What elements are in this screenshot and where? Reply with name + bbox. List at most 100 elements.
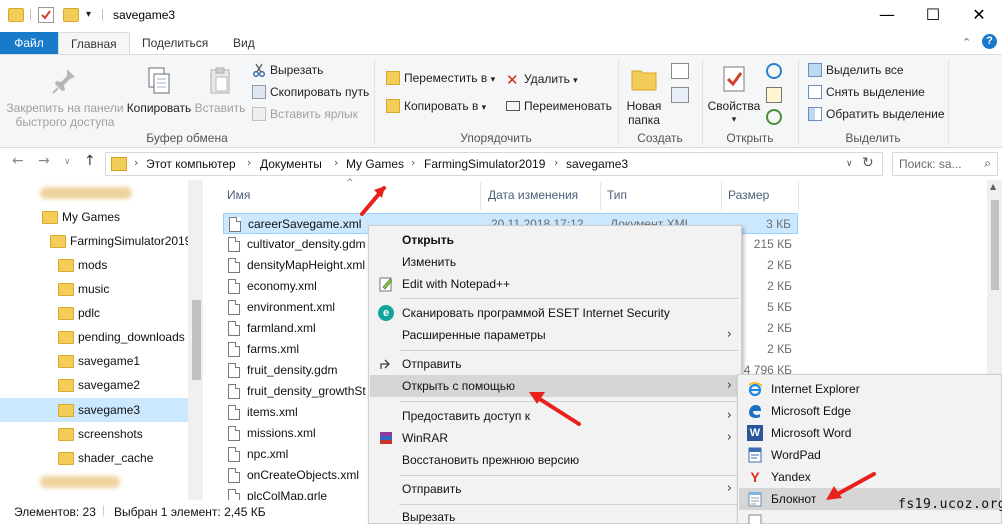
column-header-date[interactable]: Дата изменения: [488, 188, 578, 202]
column-divider[interactable]: [480, 182, 481, 210]
divider: |: [102, 503, 106, 517]
nav-item-savegame2[interactable]: savegame2: [0, 373, 188, 397]
properties-label: Свойства: [707, 99, 761, 113]
tab-share[interactable]: Поделиться: [130, 32, 220, 54]
nav-scrollbar-thumb[interactable]: [192, 300, 201, 380]
invert-selection-label: Обратить выделение: [826, 107, 945, 121]
menu-item-label: Сканировать программой ESET Internet Sec…: [402, 306, 670, 320]
select-none-icon: [808, 85, 822, 99]
folder-icon: [111, 157, 127, 171]
open-with-internet-explorer[interactable]: Internet Explorer: [739, 378, 1000, 400]
search-placeholder: Поиск: sa...: [899, 157, 962, 171]
menu-item-edit-notepad-plus-plus[interactable]: Edit with Notepad++: [370, 273, 740, 295]
tab-view[interactable]: Вид: [221, 32, 267, 54]
delete-button[interactable]: ✕ Удалить ▾: [506, 71, 578, 89]
nav-item-mods[interactable]: mods: [0, 253, 188, 277]
recent-locations-icon[interactable]: ∨: [64, 157, 71, 167]
open-with-more[interactable]: [739, 510, 1000, 524]
winrar-icon: [378, 430, 394, 446]
maximize-button[interactable]: ☐: [910, 0, 956, 32]
select-none-button[interactable]: Снять выделение: [808, 85, 925, 99]
move-to-button[interactable]: Переместить в ▾: [386, 71, 495, 85]
forward-arrow-icon[interactable]: →: [38, 153, 50, 169]
properties-button[interactable]: Свойства ▾: [706, 63, 762, 127]
nav-item-label: shader_cache: [78, 451, 154, 465]
cut-button[interactable]: Вырезать: [252, 63, 323, 77]
nav-item-savegame3[interactable]: savegame3: [0, 398, 188, 422]
address-dropdown-icon[interactable]: ∨: [846, 159, 853, 169]
back-arrow-icon[interactable]: ←: [12, 153, 24, 169]
rename-button[interactable]: Переименовать: [506, 99, 612, 113]
nav-item-my-games[interactable]: My Games: [0, 205, 188, 229]
breadcrumb-this-pc[interactable]: Этот компьютер: [146, 157, 236, 171]
nav-item-music[interactable]: music: [0, 277, 188, 301]
properties-quick-icon[interactable]: [38, 7, 54, 23]
file-size: 2 КБ: [767, 321, 792, 335]
open-with-microsoft-edge[interactable]: Microsoft Edge: [739, 400, 1000, 422]
file-name: onCreateObjects.xml: [247, 468, 360, 482]
paste-shortcut-button[interactable]: Вставить ярлык: [252, 107, 358, 121]
menu-item-send-to[interactable]: Отправить ›: [370, 478, 740, 500]
menu-item-restore-previous-version[interactable]: Восстановить прежнюю версию: [370, 449, 740, 471]
menu-item-open[interactable]: Открыть: [370, 229, 740, 251]
file-size: 215 КБ: [753, 237, 792, 251]
paste-button[interactable]: Вставить: [192, 65, 248, 115]
new-folder-label-line1: Новая: [626, 99, 662, 113]
breadcrumb-farming-simulator[interactable]: FarmingSimulator2019: [424, 157, 545, 171]
submenu-arrow-icon: ›: [726, 327, 732, 342]
column-header-name[interactable]: Имя: [227, 188, 250, 202]
column-divider[interactable]: [600, 182, 601, 210]
copy-button[interactable]: Копировать: [126, 65, 192, 115]
nav-item-farmingsimulator2019[interactable]: FarmingSimulator2019: [0, 229, 191, 253]
tab-file[interactable]: Файл: [0, 32, 58, 54]
file-icon: [228, 468, 240, 483]
nav-item-shader-cache[interactable]: shader_cache: [0, 446, 188, 470]
nav-item-savegame1[interactable]: savegame1: [0, 349, 188, 373]
up-arrow-icon[interactable]: ↑: [84, 153, 96, 169]
menu-item-cut[interactable]: Вырезать: [370, 506, 740, 524]
nav-item-screenshots[interactable]: screenshots: [0, 422, 188, 446]
breadcrumb-savegame3[interactable]: savegame3: [566, 157, 628, 171]
search-input[interactable]: Поиск: sa... ⌕: [892, 152, 998, 176]
minimize-button[interactable]: —: [864, 0, 910, 32]
scroll-up-icon[interactable]: ▲: [990, 182, 996, 191]
column-divider[interactable]: [721, 182, 722, 210]
group-separator: [948, 59, 949, 145]
open-with-wordpad[interactable]: WordPad: [739, 444, 1000, 466]
copy-path-button[interactable]: Скопировать путь: [252, 85, 369, 99]
address-bar[interactable]: › Этот компьютер › Документы › My Games …: [105, 152, 883, 176]
column-header-size[interactable]: Размер: [728, 188, 769, 202]
select-all-button[interactable]: Выделить все: [808, 63, 904, 77]
menu-item-eset-scan[interactable]: e Сканировать программой ESET Internet S…: [370, 302, 740, 324]
collapse-ribbon-icon[interactable]: ⌃: [962, 36, 971, 49]
blurred-item: [40, 476, 120, 488]
breadcrumb-my-games[interactable]: My Games: [346, 157, 404, 171]
refresh-icon[interactable]: ↻: [862, 155, 874, 171]
select-group-label: Выделить: [845, 131, 901, 145]
edit-icon[interactable]: [766, 87, 782, 103]
copy-to-button[interactable]: Копировать в ▾: [386, 99, 486, 113]
new-folder-button[interactable]: Новая папка: [622, 63, 666, 127]
open-with-microsoft-word[interactable]: W Microsoft Word: [739, 422, 1000, 444]
nav-item-pending-downloads[interactable]: pending_downloads: [0, 325, 188, 349]
breadcrumb-documents[interactable]: Документы: [260, 157, 322, 171]
new-item-icon[interactable]: [671, 63, 689, 79]
tab-home[interactable]: Главная: [58, 32, 130, 54]
easy-access-icon[interactable]: [671, 87, 689, 103]
menu-item-send[interactable]: Отправить: [370, 353, 740, 375]
copy-to-icon: [386, 99, 400, 113]
file-list-scrollbar-thumb[interactable]: [991, 200, 999, 290]
menu-item-edit[interactable]: Изменить: [370, 251, 740, 273]
internet-explorer-icon[interactable]: [766, 63, 782, 79]
customize-quick-access-icon[interactable]: ▾: [86, 9, 91, 20]
pin-quick-access-button[interactable]: Закрепить на панели быстрого доступа: [6, 65, 124, 129]
history-icon[interactable]: [766, 109, 782, 125]
nav-item-pdlc[interactable]: pdlc: [0, 301, 188, 325]
new-folder-quick-icon[interactable]: [63, 8, 79, 22]
menu-item-advanced-options[interactable]: Расширенные параметры ›: [370, 324, 740, 346]
help-icon[interactable]: ?: [982, 34, 997, 49]
column-header-type[interactable]: Тип: [607, 188, 627, 202]
invert-selection-button[interactable]: Обратить выделение: [808, 107, 945, 121]
column-divider[interactable]: [798, 182, 799, 210]
close-button[interactable]: ✕: [956, 0, 1002, 32]
